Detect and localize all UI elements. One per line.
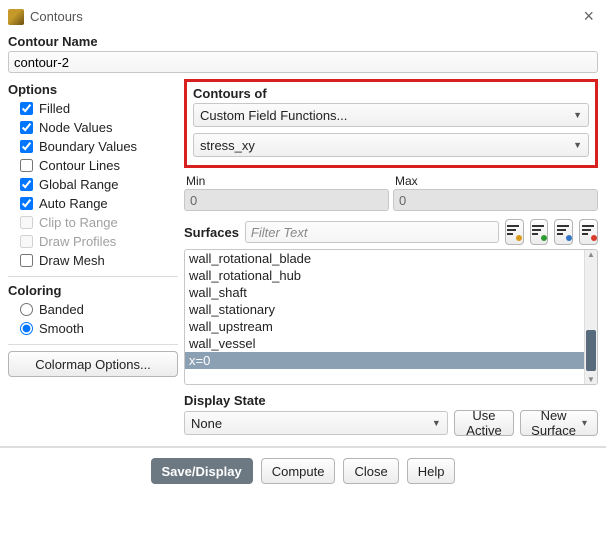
coloring-label: Banded (39, 302, 84, 317)
coloring-radio[interactable] (20, 322, 33, 335)
option-node-values[interactable]: Node Values (8, 118, 178, 137)
filter-invert-icon (557, 225, 571, 239)
option-contour-lines[interactable]: Contour Lines (8, 156, 178, 175)
option-global-range[interactable]: Global Range (8, 175, 178, 194)
option-label: Clip to Range (39, 215, 118, 230)
max-label: Max (395, 174, 598, 188)
new-surface-label: New Surface (531, 408, 576, 438)
option-checkbox[interactable] (20, 197, 33, 210)
option-label: Draw Mesh (39, 253, 105, 268)
surfaces-scrollbar[interactable]: ▲ ▼ (584, 250, 597, 384)
filter-clear-icon (582, 225, 596, 239)
option-auto-range[interactable]: Auto Range (8, 194, 178, 213)
close-button[interactable]: Close (343, 458, 398, 484)
invert-selection-button[interactable] (554, 219, 573, 245)
colormap-options-button[interactable]: Colormap Options... (8, 351, 178, 377)
use-active-button[interactable]: Use Active (454, 410, 514, 436)
option-checkbox (20, 216, 33, 229)
contours-of-highlight: Contours of Custom Field Functions... ▼ … (184, 79, 598, 168)
surfaces-filter-input[interactable] (245, 221, 499, 243)
list-item[interactable]: wall_rotational_hub (185, 267, 584, 284)
option-checkbox[interactable] (20, 159, 33, 172)
option-boundary-values[interactable]: Boundary Values (8, 137, 178, 156)
contours-of-primary-select[interactable]: Custom Field Functions... ▼ (193, 103, 589, 127)
option-checkbox[interactable] (20, 178, 33, 191)
chevron-down-icon: ▼ (432, 418, 441, 428)
list-item[interactable]: x=0 (185, 352, 584, 369)
scroll-down-icon[interactable]: ▼ (585, 375, 597, 384)
contours-of-header: Contours of (193, 86, 589, 101)
coloring-header: Coloring (8, 283, 178, 298)
filter-toggle-button[interactable] (505, 219, 524, 245)
option-label: Global Range (39, 177, 119, 192)
option-label: Filled (39, 101, 70, 116)
max-input (393, 189, 598, 211)
display-state-value: None (191, 416, 222, 431)
new-surface-button[interactable]: New Surface ▾ (520, 410, 598, 436)
close-icon[interactable]: × (579, 6, 598, 27)
surfaces-listbox[interactable]: wall_rotational_bladewall_rotational_hub… (184, 249, 598, 385)
min-input (184, 189, 389, 211)
option-checkbox (20, 235, 33, 248)
list-item[interactable]: wall_vessel (185, 335, 584, 352)
option-label: Node Values (39, 120, 112, 135)
option-label: Draw Profiles (39, 234, 116, 249)
contours-of-primary-value: Custom Field Functions... (200, 108, 347, 123)
coloring-smooth[interactable]: Smooth (8, 319, 178, 338)
coloring-banded[interactable]: Banded (8, 300, 178, 319)
list-item[interactable]: wall_shaft (185, 284, 584, 301)
select-all-button[interactable] (530, 219, 549, 245)
option-checkbox[interactable] (20, 140, 33, 153)
min-label: Min (186, 174, 389, 188)
contour-name-input[interactable] (8, 51, 598, 73)
list-item[interactable]: wall_stationary (185, 301, 584, 318)
chevron-down-icon: ▾ (582, 418, 587, 429)
list-item[interactable]: wall_upstream (185, 318, 584, 335)
list-item[interactable]: wall_rotational_blade (185, 250, 584, 267)
option-label: Boundary Values (39, 139, 137, 154)
coloring-label: Smooth (39, 321, 84, 336)
scrollbar-thumb[interactable] (586, 330, 596, 370)
filter-search-icon (507, 225, 521, 239)
help-button[interactable]: Help (407, 458, 456, 484)
option-draw-profiles: Draw Profiles (8, 232, 178, 251)
contour-name-label: Contour Name (8, 34, 598, 49)
option-draw-mesh[interactable]: Draw Mesh (8, 251, 178, 270)
option-checkbox[interactable] (20, 254, 33, 267)
option-label: Contour Lines (39, 158, 120, 173)
chevron-down-icon: ▼ (573, 140, 582, 150)
contours-of-secondary-select[interactable]: stress_xy ▼ (193, 133, 589, 157)
save-display-button[interactable]: Save/Display (151, 458, 253, 484)
scroll-up-icon[interactable]: ▲ (585, 250, 597, 259)
option-clip-to-range: Clip to Range (8, 213, 178, 232)
surfaces-label: Surfaces (184, 225, 239, 240)
options-header: Options (8, 82, 178, 97)
filter-check-icon (532, 225, 546, 239)
option-checkbox[interactable] (20, 102, 33, 115)
option-filled[interactable]: Filled (8, 99, 178, 118)
window-title: Contours (30, 9, 579, 24)
display-state-select[interactable]: None ▼ (184, 411, 448, 435)
contours-of-secondary-value: stress_xy (200, 138, 255, 153)
option-checkbox[interactable] (20, 121, 33, 134)
coloring-radio[interactable] (20, 303, 33, 316)
option-label: Auto Range (39, 196, 108, 211)
chevron-down-icon: ▼ (573, 110, 582, 120)
deselect-all-button[interactable] (579, 219, 598, 245)
compute-button[interactable]: Compute (261, 458, 336, 484)
app-icon (8, 9, 24, 25)
display-state-header: Display State (184, 393, 598, 408)
